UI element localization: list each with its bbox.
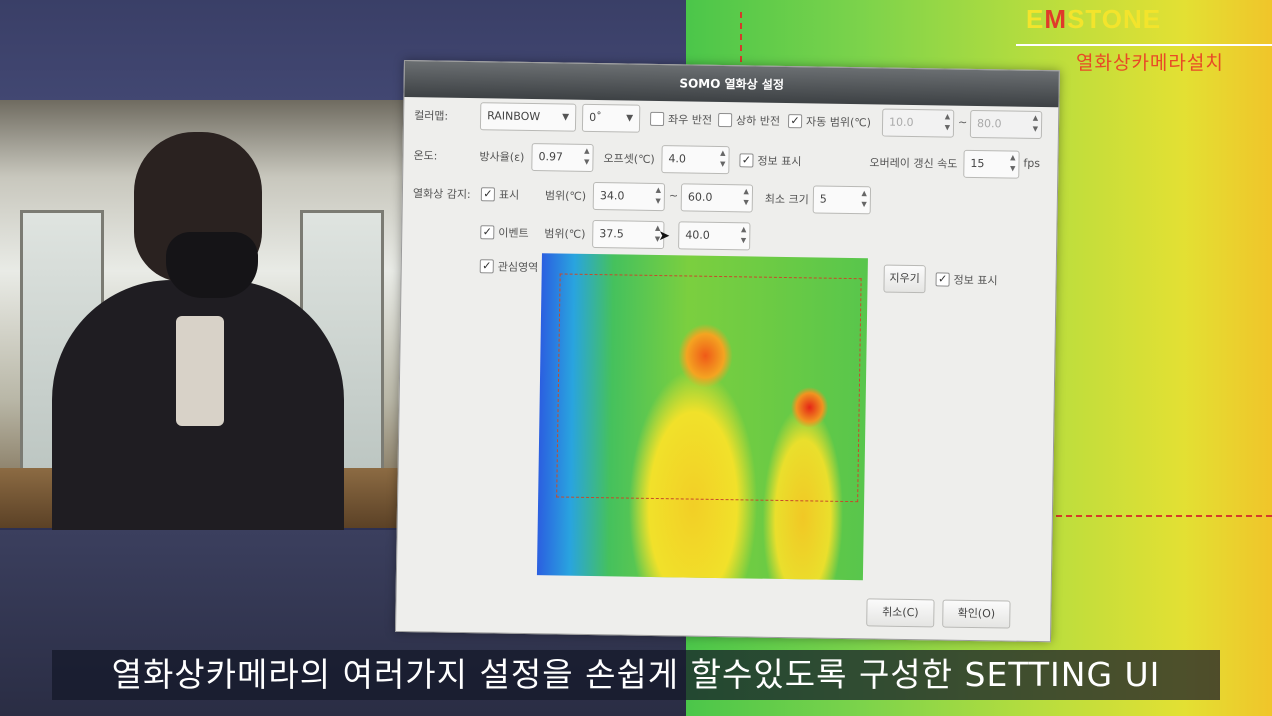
detect-label: 열화상 감지: (412, 187, 471, 202)
flip-h-label: 좌우 반전 (667, 113, 713, 127)
temp-info-label: 정보 표시 (757, 154, 802, 169)
spin-arrows-icon: ▲ ▼ (944, 112, 951, 132)
brand-suffix: STONE (1067, 4, 1162, 34)
auto-range-checkbox[interactable]: ✓ (787, 114, 803, 129)
offset-label: 오프셋(℃) (603, 152, 655, 166)
detect-range-max-value: 60.0 (687, 190, 713, 204)
overlay-rate-input[interactable]: 15 ▲ ▼ (963, 149, 1020, 179)
spin-arrows-icon: ▲ ▼ (583, 146, 590, 166)
clear-roi-button[interactable]: 지우기 (883, 264, 926, 294)
spin-arrows-icon: ▲ ▼ (743, 187, 750, 207)
brand-subtitle: 열화상카메라설치 (1076, 52, 1224, 74)
emissivity-input[interactable]: 0.97 ▲ ▼ (531, 143, 594, 172)
roi-info-label: 정보 표시 (953, 273, 998, 288)
temp-label: 온도: (413, 149, 438, 163)
rotation-select[interactable]: 0˚ ▼ (581, 103, 641, 133)
event-range-max-value: 40.0 (685, 228, 710, 242)
event-checkbox[interactable]: ✓ (480, 225, 495, 240)
event-range-max-input[interactable]: 40.0 ▲ ▼ (678, 221, 751, 251)
min-size-input[interactable]: 5 ▲ ▼ (812, 185, 872, 215)
colormap-select[interactable]: RAINBOW ▼ (479, 102, 577, 132)
event-range-min-value: 37.5 (599, 227, 624, 241)
roi-info-checkbox[interactable]: ✓ (935, 272, 950, 287)
ok-button[interactable]: 확인(O) (942, 599, 1011, 629)
chevron-down-icon: ▼ (562, 112, 570, 123)
auto-range-max-value: 80.0 (976, 117, 1002, 131)
min-size-label: 최소 크기 (764, 192, 809, 207)
detect-show-checkbox[interactable]: ✓ (480, 187, 496, 202)
brand-prefix: E (1026, 4, 1045, 34)
colormap-label: 컬러맵: (414, 109, 449, 123)
flip-v-label: 상하 반전 (735, 114, 781, 128)
person-mask (166, 232, 258, 298)
spin-arrows-icon: ▲ ▼ (719, 148, 726, 169)
video-subtitle: 열화상카메라의 여러가지 설정을 손쉽게 할수있도록 구성한 SETTING U… (52, 650, 1220, 700)
auto-range-max-input[interactable]: 80.0 ▲ ▼ (969, 109, 1043, 140)
detect-range-min-value: 34.0 (599, 189, 625, 203)
cancel-button[interactable]: 취소(C) (866, 598, 935, 628)
temp-info-checkbox[interactable]: ✓ (739, 153, 754, 168)
emissivity-value: 0.97 (538, 150, 564, 164)
flip-h-checkbox[interactable] (649, 111, 665, 127)
spin-arrows-icon: ▲ ▼ (1009, 153, 1016, 173)
emissivity-label: 방사율(ε) (479, 150, 525, 164)
roi-rectangle[interactable] (556, 273, 862, 503)
fps-unit: fps (1023, 156, 1041, 171)
spin-arrows-icon: ▲ ▼ (740, 225, 747, 245)
event-range-label: 범위(℃) (544, 227, 586, 241)
auto-range-min-input[interactable]: 10.0 ▲ ▼ (881, 108, 955, 138)
detect-show-label: 표시 (498, 188, 520, 202)
min-size-value: 5 (819, 192, 827, 206)
roi-dashed-line (1046, 515, 1272, 517)
detect-range-separator: ~ (668, 189, 679, 203)
event-label: 이벤트 (498, 226, 529, 240)
spin-arrows-icon: ▲ ▼ (861, 189, 868, 209)
detect-range-max-input[interactable]: 60.0 ▲ ▼ (680, 183, 754, 213)
detect-range-label: 범위(℃) (544, 189, 587, 203)
brand-logo: EMSTONE (1026, 4, 1160, 38)
chevron-down-icon: ▼ (626, 113, 634, 124)
rotation-value: 0˚ (589, 110, 602, 125)
thermal-preview[interactable] (536, 253, 868, 581)
colormap-value: RAINBOW (487, 109, 541, 124)
brand-divider (1016, 44, 1272, 46)
flip-v-checkbox[interactable] (717, 112, 733, 128)
person-shirt (176, 316, 224, 426)
range-separator: ~ (957, 115, 968, 129)
detect-range-min-input[interactable]: 34.0 ▲ ▼ (592, 181, 666, 212)
overlay-rate-label: 오버레이 갱신 속도 (869, 156, 958, 171)
event-range-min-input[interactable]: 37.5 ▲ ▼ (592, 219, 665, 250)
roi-dashed-line (740, 12, 742, 62)
dialog-title: SOMO 열화상 설정 (404, 61, 1059, 108)
settings-dialog: SOMO 열화상 설정 컬러맵: RAINBOW ▼ 0˚ ▼ 좌우 반전 상하… (395, 60, 1060, 643)
mouse-cursor-icon: ➤ (658, 228, 671, 245)
brand-m: M (1044, 4, 1068, 34)
overlay-rate-value: 15 (970, 156, 985, 171)
spin-arrows-icon: ▲ ▼ (1032, 113, 1039, 133)
roi-label: 관심영역 (497, 260, 539, 275)
offset-input[interactable]: 4.0 ▲ ▼ (661, 145, 730, 175)
offset-value: 4.0 (668, 152, 687, 166)
auto-range-label: 자동 범위(℃) (805, 115, 872, 130)
roi-checkbox[interactable]: ✓ (479, 259, 494, 274)
spin-arrows-icon: ▲ ▼ (655, 185, 662, 206)
auto-range-min-value: 10.0 (888, 115, 914, 130)
